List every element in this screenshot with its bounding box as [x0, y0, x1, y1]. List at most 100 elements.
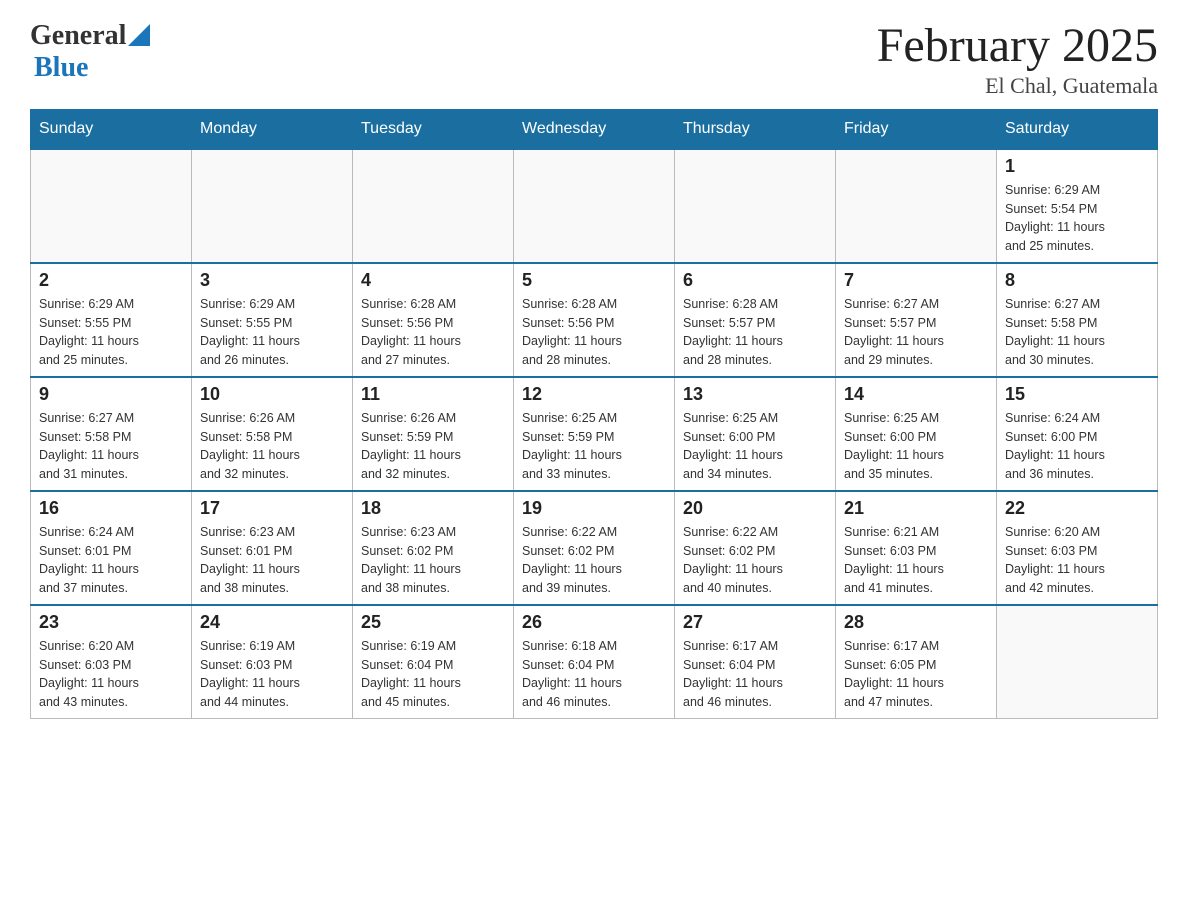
- column-header-wednesday: Wednesday: [514, 109, 675, 149]
- day-info: Sunrise: 6:17 AM Sunset: 6:04 PM Dayligh…: [683, 637, 827, 712]
- calendar-header-row: SundayMondayTuesdayWednesdayThursdayFrid…: [31, 109, 1158, 149]
- column-header-friday: Friday: [836, 109, 997, 149]
- calendar-cell: 22 Sunrise: 6:20 AM Sunset: 6:03 PM Dayli…: [997, 491, 1158, 605]
- calendar-cell: [675, 149, 836, 263]
- calendar-cell: [192, 149, 353, 263]
- column-header-sunday: Sunday: [31, 109, 192, 149]
- calendar-table: SundayMondayTuesdayWednesdayThursdayFrid…: [30, 109, 1158, 719]
- week-row-2: 2 Sunrise: 6:29 AM Sunset: 5:55 PM Daylig…: [31, 263, 1158, 377]
- day-info: Sunrise: 6:27 AM Sunset: 5:58 PM Dayligh…: [39, 409, 183, 484]
- title-section: February 2025 El Chal, Guatemala: [877, 20, 1158, 99]
- day-info: Sunrise: 6:18 AM Sunset: 6:04 PM Dayligh…: [522, 637, 666, 712]
- day-number: 25: [361, 612, 505, 633]
- day-number: 26: [522, 612, 666, 633]
- day-info: Sunrise: 6:25 AM Sunset: 5:59 PM Dayligh…: [522, 409, 666, 484]
- calendar-cell: 21 Sunrise: 6:21 AM Sunset: 6:03 PM Dayli…: [836, 491, 997, 605]
- day-number: 17: [200, 498, 344, 519]
- logo-blue-text: Blue: [34, 52, 88, 84]
- day-number: 12: [522, 384, 666, 405]
- day-number: 8: [1005, 270, 1149, 291]
- day-info: Sunrise: 6:28 AM Sunset: 5:56 PM Dayligh…: [361, 295, 505, 370]
- page-header: General Blue February 2025 El Chal, Guat…: [30, 20, 1158, 99]
- calendar-cell: 25 Sunrise: 6:19 AM Sunset: 6:04 PM Dayli…: [353, 605, 514, 719]
- day-info: Sunrise: 6:17 AM Sunset: 6:05 PM Dayligh…: [844, 637, 988, 712]
- calendar-cell: 7 Sunrise: 6:27 AM Sunset: 5:57 PM Daylig…: [836, 263, 997, 377]
- location-title: El Chal, Guatemala: [877, 73, 1158, 99]
- day-number: 19: [522, 498, 666, 519]
- week-row-1: 1 Sunrise: 6:29 AM Sunset: 5:54 PM Daylig…: [31, 149, 1158, 263]
- calendar-cell: 23 Sunrise: 6:20 AM Sunset: 6:03 PM Dayli…: [31, 605, 192, 719]
- calendar-cell: 1 Sunrise: 6:29 AM Sunset: 5:54 PM Daylig…: [997, 149, 1158, 263]
- day-info: Sunrise: 6:25 AM Sunset: 6:00 PM Dayligh…: [844, 409, 988, 484]
- calendar-cell: 19 Sunrise: 6:22 AM Sunset: 6:02 PM Dayli…: [514, 491, 675, 605]
- day-info: Sunrise: 6:20 AM Sunset: 6:03 PM Dayligh…: [1005, 523, 1149, 598]
- calendar-cell: 20Sunrise: 6:22 AM Sunset: 6:02 PM Dayli…: [675, 491, 836, 605]
- day-info: Sunrise: 6:22 AM Sunset: 6:02 PM Dayligh…: [522, 523, 666, 598]
- calendar-cell: [836, 149, 997, 263]
- day-info: Sunrise: 6:28 AM Sunset: 5:57 PM Dayligh…: [683, 295, 827, 370]
- day-info: Sunrise: 6:22 AM Sunset: 6:02 PM Dayligh…: [683, 523, 827, 598]
- column-header-thursday: Thursday: [675, 109, 836, 149]
- logo-triangle-icon: [128, 24, 150, 46]
- day-number: 9: [39, 384, 183, 405]
- day-info: Sunrise: 6:29 AM Sunset: 5:54 PM Dayligh…: [1005, 181, 1149, 256]
- week-row-3: 9 Sunrise: 6:27 AM Sunset: 5:58 PM Daylig…: [31, 377, 1158, 491]
- day-number: 21: [844, 498, 988, 519]
- day-info: Sunrise: 6:23 AM Sunset: 6:01 PM Dayligh…: [200, 523, 344, 598]
- day-info: Sunrise: 6:26 AM Sunset: 5:59 PM Dayligh…: [361, 409, 505, 484]
- calendar-cell: [31, 149, 192, 263]
- day-info: Sunrise: 6:29 AM Sunset: 5:55 PM Dayligh…: [39, 295, 183, 370]
- day-info: Sunrise: 6:19 AM Sunset: 6:03 PM Dayligh…: [200, 637, 344, 712]
- calendar-cell: 15 Sunrise: 6:24 AM Sunset: 6:00 PM Dayli…: [997, 377, 1158, 491]
- calendar-cell: [997, 605, 1158, 719]
- day-number: 24: [200, 612, 344, 633]
- column-header-monday: Monday: [192, 109, 353, 149]
- day-info: Sunrise: 6:21 AM Sunset: 6:03 PM Dayligh…: [844, 523, 988, 598]
- day-number: 10: [200, 384, 344, 405]
- day-number: 14: [844, 384, 988, 405]
- day-info: Sunrise: 6:25 AM Sunset: 6:00 PM Dayligh…: [683, 409, 827, 484]
- calendar-cell: [514, 149, 675, 263]
- day-info: Sunrise: 6:28 AM Sunset: 5:56 PM Dayligh…: [522, 295, 666, 370]
- calendar-cell: 27 Sunrise: 6:17 AM Sunset: 6:04 PM Dayli…: [675, 605, 836, 719]
- day-number: 28: [844, 612, 988, 633]
- day-number: 7: [844, 270, 988, 291]
- calendar-cell: 6 Sunrise: 6:28 AM Sunset: 5:57 PM Daylig…: [675, 263, 836, 377]
- day-number: 22: [1005, 498, 1149, 519]
- day-number: 3: [200, 270, 344, 291]
- day-info: Sunrise: 6:23 AM Sunset: 6:02 PM Dayligh…: [361, 523, 505, 598]
- day-number: 11: [361, 384, 505, 405]
- calendar-cell: 3Sunrise: 6:29 AM Sunset: 5:55 PM Daylig…: [192, 263, 353, 377]
- calendar-cell: 5 Sunrise: 6:28 AM Sunset: 5:56 PM Daylig…: [514, 263, 675, 377]
- month-title: February 2025: [877, 20, 1158, 73]
- week-row-5: 23 Sunrise: 6:20 AM Sunset: 6:03 PM Dayli…: [31, 605, 1158, 719]
- calendar-cell: 2 Sunrise: 6:29 AM Sunset: 5:55 PM Daylig…: [31, 263, 192, 377]
- calendar-cell: 17 Sunrise: 6:23 AM Sunset: 6:01 PM Dayli…: [192, 491, 353, 605]
- day-info: Sunrise: 6:27 AM Sunset: 5:57 PM Dayligh…: [844, 295, 988, 370]
- day-number: 16: [39, 498, 183, 519]
- calendar-cell: 4 Sunrise: 6:28 AM Sunset: 5:56 PM Daylig…: [353, 263, 514, 377]
- day-number: 6: [683, 270, 827, 291]
- day-info: Sunrise: 6:24 AM Sunset: 6:00 PM Dayligh…: [1005, 409, 1149, 484]
- calendar-cell: 12 Sunrise: 6:25 AM Sunset: 5:59 PM Dayli…: [514, 377, 675, 491]
- calendar-cell: 13 Sunrise: 6:25 AM Sunset: 6:00 PM Dayli…: [675, 377, 836, 491]
- calendar-cell: 16 Sunrise: 6:24 AM Sunset: 6:01 PM Dayli…: [31, 491, 192, 605]
- day-number: 23: [39, 612, 183, 633]
- calendar-cell: 28 Sunrise: 6:17 AM Sunset: 6:05 PM Dayli…: [836, 605, 997, 719]
- day-number: 13: [683, 384, 827, 405]
- day-number: 27: [683, 612, 827, 633]
- column-header-tuesday: Tuesday: [353, 109, 514, 149]
- calendar-cell: 9 Sunrise: 6:27 AM Sunset: 5:58 PM Daylig…: [31, 377, 192, 491]
- day-number: 15: [1005, 384, 1149, 405]
- day-number: 5: [522, 270, 666, 291]
- day-info: Sunrise: 6:24 AM Sunset: 6:01 PM Dayligh…: [39, 523, 183, 598]
- day-number: 2: [39, 270, 183, 291]
- day-number: 1: [1005, 156, 1149, 177]
- day-info: Sunrise: 6:27 AM Sunset: 5:58 PM Dayligh…: [1005, 295, 1149, 370]
- day-info: Sunrise: 6:19 AM Sunset: 6:04 PM Dayligh…: [361, 637, 505, 712]
- calendar-cell: 8 Sunrise: 6:27 AM Sunset: 5:58 PM Daylig…: [997, 263, 1158, 377]
- day-number: 4: [361, 270, 505, 291]
- week-row-4: 16 Sunrise: 6:24 AM Sunset: 6:01 PM Dayli…: [31, 491, 1158, 605]
- logo: General Blue: [30, 20, 150, 84]
- day-info: Sunrise: 6:20 AM Sunset: 6:03 PM Dayligh…: [39, 637, 183, 712]
